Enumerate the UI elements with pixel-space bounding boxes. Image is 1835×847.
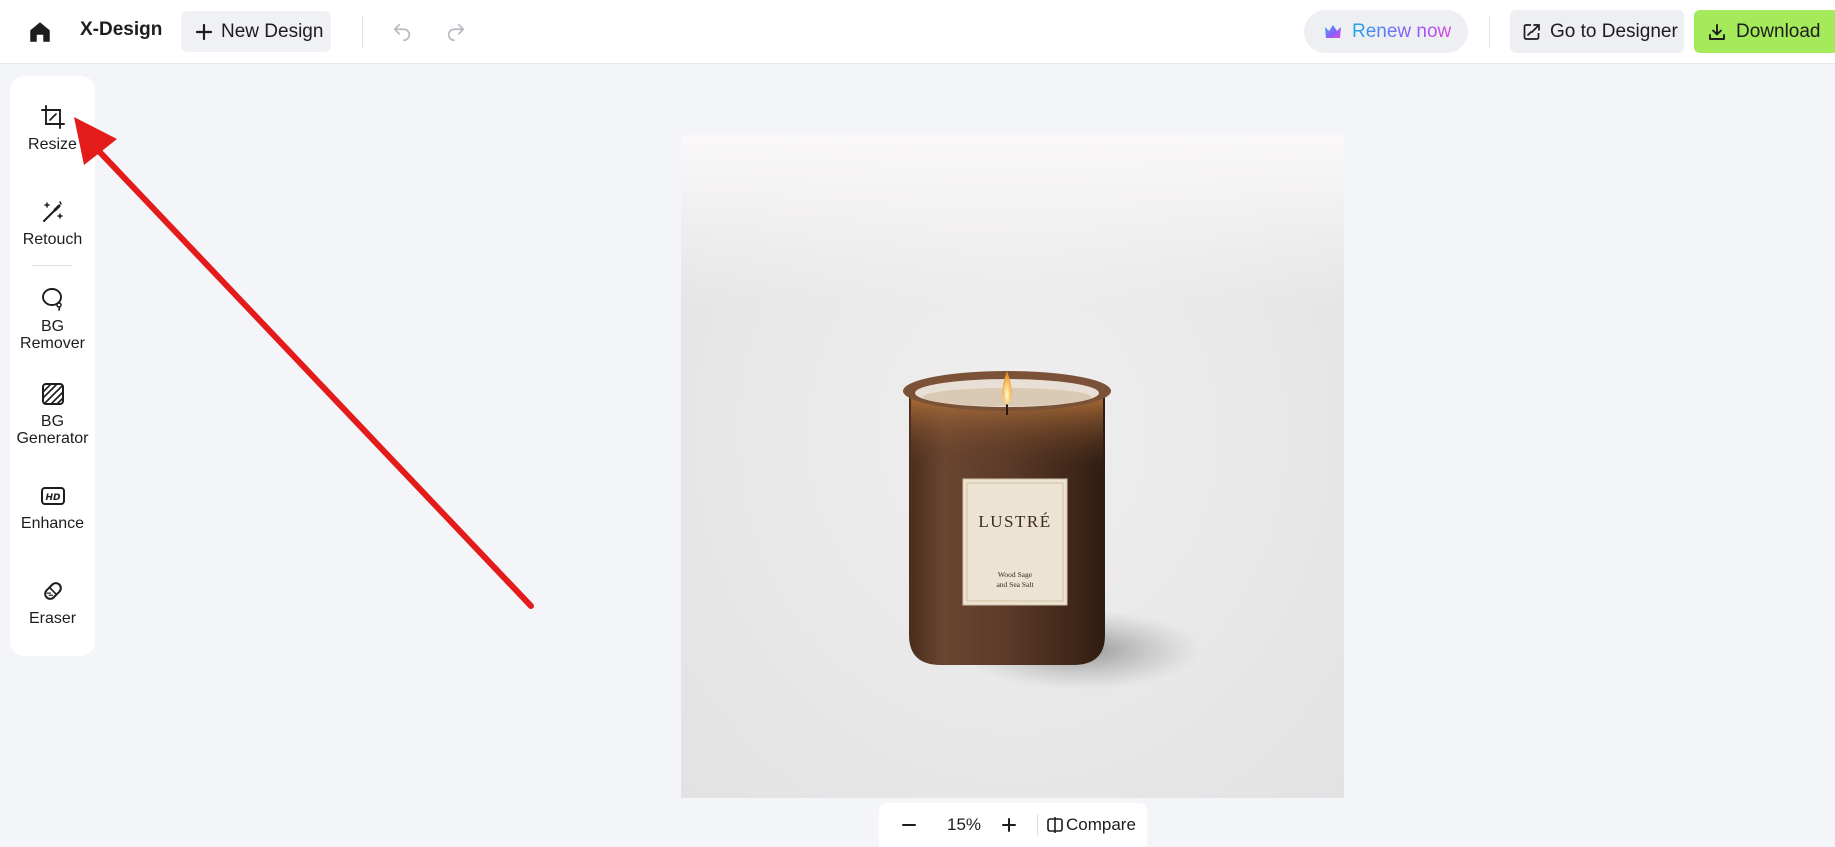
minus-icon xyxy=(902,824,916,826)
tool-eraser[interactable]: Eraser xyxy=(10,576,95,627)
download-label: Download xyxy=(1736,20,1821,42)
tool-retouch[interactable]: Retouch xyxy=(10,197,95,248)
redo-button[interactable] xyxy=(440,16,472,48)
compare-button[interactable]: Compare xyxy=(1046,815,1136,835)
designer-icon xyxy=(1523,23,1540,40)
download-button[interactable]: Download xyxy=(1694,10,1835,53)
new-design-label: New Design xyxy=(221,20,324,42)
tool-bg-generator[interactable]: BG Generator xyxy=(10,379,95,447)
redo-icon xyxy=(447,23,465,42)
lasso-icon xyxy=(38,284,68,314)
zoom-level: 15% xyxy=(946,815,982,834)
tool-label: Enhance xyxy=(20,515,85,532)
zoom-in-button[interactable] xyxy=(989,817,1029,833)
download-icon xyxy=(1709,23,1725,40)
new-design-button[interactable]: New Design xyxy=(181,11,331,52)
candle-product-image: LUSTRÉ Wood Sage and Sea Salt xyxy=(903,371,1201,690)
home-icon xyxy=(30,22,50,42)
divider xyxy=(362,16,363,48)
tool-enhance[interactable]: HD Enhance xyxy=(10,481,95,532)
magic-wand-icon xyxy=(38,197,68,227)
renew-now-button[interactable]: Renew now xyxy=(1304,10,1468,53)
compare-icon xyxy=(1047,817,1063,833)
tool-label: BG Remover xyxy=(20,318,85,352)
eraser-icon xyxy=(38,576,68,606)
tool-label: BG Generator xyxy=(16,413,89,447)
tool-label: Retouch xyxy=(22,231,83,248)
compare-label: Compare xyxy=(1066,815,1136,834)
zoom-out-button[interactable] xyxy=(879,817,939,833)
hd-icon: HD xyxy=(38,481,68,511)
product-label-line2: and Sea Salt xyxy=(996,580,1034,589)
tool-label: Eraser xyxy=(28,610,77,627)
hatched-square-icon xyxy=(38,379,68,409)
tool-bg-remover[interactable]: BG Remover xyxy=(10,284,95,352)
plus-icon xyxy=(195,23,213,40)
tool-divider xyxy=(32,265,72,266)
product-label-brand: LUSTRÉ xyxy=(978,512,1051,531)
tool-label: Resize xyxy=(28,136,77,153)
design-canvas[interactable]: LUSTRÉ Wood Sage and Sea Salt xyxy=(681,135,1344,798)
plus-icon xyxy=(1002,818,1016,832)
renew-now-label: Renew now xyxy=(1352,20,1452,42)
go-to-designer-button[interactable]: Go to Designer xyxy=(1510,10,1684,53)
product-label-line1: Wood Sage xyxy=(998,570,1033,579)
crop-resize-icon xyxy=(38,102,68,132)
go-to-designer-label: Go to Designer xyxy=(1550,20,1678,42)
svg-text:HD: HD xyxy=(45,493,61,503)
tool-resize[interactable]: Resize xyxy=(10,102,95,153)
undo-icon xyxy=(393,23,411,42)
undo-button[interactable] xyxy=(386,16,418,48)
tool-sidebar: Resize Retouch BG Remover BG Generator H… xyxy=(10,76,95,656)
divider xyxy=(1037,814,1038,836)
zoom-bar: 15% Compare xyxy=(879,803,1147,847)
top-bar: X-Design New Design Renew now Go to Desi… xyxy=(0,0,1835,64)
divider xyxy=(1489,16,1490,48)
home-button[interactable] xyxy=(24,16,56,48)
app-brand: X-Design xyxy=(80,19,163,40)
crown-icon xyxy=(1325,24,1341,38)
